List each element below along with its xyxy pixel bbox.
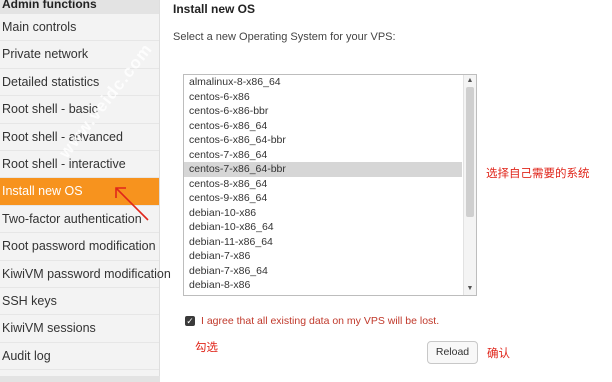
os-option[interactable]: debian-7-x86 bbox=[184, 249, 462, 264]
os-option[interactable]: centos-6-x86_64 bbox=[184, 119, 462, 134]
os-options: almalinux-8-x86_64 centos-6-x86 centos-6-x… bbox=[184, 75, 462, 293]
page-title: Install new OS bbox=[173, 2, 256, 16]
annotation-select-os: 选择自己需要的系统 bbox=[486, 168, 590, 180]
reload-button[interactable]: Reload bbox=[427, 341, 478, 364]
arrow-annotation-icon bbox=[115, 187, 149, 221]
scrollbar-thumb[interactable] bbox=[466, 87, 474, 217]
sidebar-item-kiwivm-sessions[interactable]: KiwiVM sessions bbox=[0, 315, 159, 343]
agree-checkbox[interactable]: ✓ bbox=[185, 316, 195, 326]
os-option[interactable]: centos-6-x86 bbox=[184, 90, 462, 105]
sidebar-item-root-password-modification[interactable]: Root password modification bbox=[0, 233, 159, 261]
os-option[interactable]: centos-6-x86-bbr bbox=[184, 104, 462, 119]
os-option[interactable]: almalinux-8-x86_64 bbox=[184, 75, 462, 90]
os-option[interactable]: centos-8-x86_64 bbox=[184, 177, 462, 192]
sidebar-item-ssh-keys[interactable]: SSH keys bbox=[0, 288, 159, 316]
scrollbar[interactable]: ▲ ▼ bbox=[463, 75, 476, 295]
os-option[interactable]: centos-7-x86_64-bbr bbox=[184, 162, 462, 177]
os-select-list[interactable]: almalinux-8-x86_64 centos-6-x86 centos-6-x… bbox=[183, 74, 477, 296]
os-option[interactable]: centos-6-x86_64-bbr bbox=[184, 133, 462, 148]
sidebar-item-root-shell-interactive[interactable]: Root shell - interactive bbox=[0, 151, 159, 179]
os-option[interactable]: debian-10-x86_64 bbox=[184, 220, 462, 235]
main-content: Install new OS Select a new Operating Sy… bbox=[160, 0, 612, 382]
sidebar-footer bbox=[0, 376, 160, 382]
agree-label: I agree that all existing data on my VPS… bbox=[201, 315, 440, 327]
os-option[interactable]: debian-11-x86_64 bbox=[184, 235, 462, 250]
sidebar-item-audit-log[interactable]: Audit log bbox=[0, 343, 159, 371]
sidebar-item-main-controls[interactable]: Main controls bbox=[0, 14, 159, 42]
os-option[interactable]: debian-7-x86_64 bbox=[184, 264, 462, 279]
annotation-confirm: 确认 bbox=[487, 348, 510, 360]
os-option[interactable]: debian-10-x86 bbox=[184, 206, 462, 221]
agree-row[interactable]: ✓ I agree that all existing data on my V… bbox=[185, 315, 439, 327]
annotation-check: 勾选 bbox=[195, 342, 218, 354]
scroll-down-icon[interactable]: ▼ bbox=[464, 284, 476, 294]
os-option[interactable]: debian-8-x86 bbox=[184, 278, 462, 293]
os-option[interactable]: centos-9-x86_64 bbox=[184, 191, 462, 206]
sidebar-header: Admin functions bbox=[0, 0, 159, 14]
os-option[interactable]: centos-7-x86_64 bbox=[184, 148, 462, 163]
sidebar-item-kiwivm-password-modification[interactable]: KiwiVM password modification bbox=[0, 261, 171, 288]
scroll-up-icon[interactable]: ▲ bbox=[464, 76, 476, 86]
page-subtitle: Select a new Operating System for your V… bbox=[173, 31, 396, 43]
